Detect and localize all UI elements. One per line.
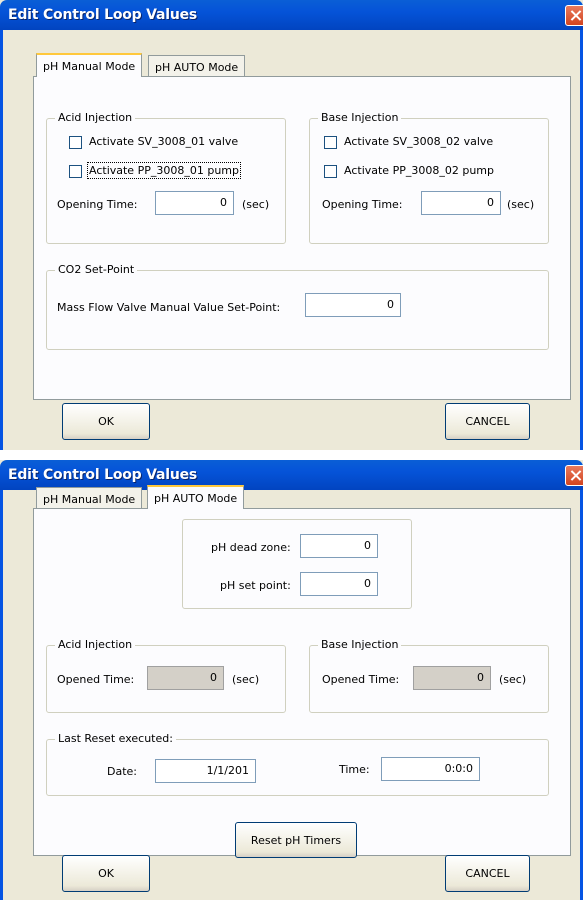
- cancel-button-label: CANCEL: [465, 415, 510, 428]
- base-injection-group: Base Injection Activate SV_3008_02 valve…: [309, 111, 549, 244]
- ok-button-label: OK: [98, 867, 114, 880]
- pump-checkbox[interactable]: [324, 165, 337, 178]
- pump-checkbox-label[interactable]: Activate PP_3008_02 pump: [344, 164, 494, 177]
- ph-dead-zone-label: pH dead zone:: [211, 541, 291, 554]
- cancel-button[interactable]: CANCEL: [445, 855, 530, 892]
- title-bar[interactable]: Edit Control Loop Values: [0, 460, 583, 490]
- ph-dead-zone-input[interactable]: 0: [300, 534, 378, 558]
- base-injection-group: Base Injection Opened Time: 0 (sec): [309, 638, 549, 713]
- date-input[interactable]: 1/1/201: [155, 759, 256, 783]
- dialog-body: pH Manual Mode pH AUTO Mode Acid Injecti…: [0, 30, 583, 450]
- dialog-manual-mode: Edit Control Loop Values pH Manual Mode …: [0, 0, 583, 450]
- valve-checkbox[interactable]: [69, 136, 82, 149]
- mass-flow-label: Mass Flow Valve Manual Value Set-Point:: [57, 301, 281, 314]
- unit-label: (sec): [499, 673, 527, 686]
- opened-time-label: Opened Time:: [57, 673, 135, 686]
- pump-checkbox[interactable]: [69, 165, 82, 178]
- last-reset-legend: Last Reset executed:: [55, 732, 176, 745]
- ph-settings-group: pH dead zone: 0 pH set point: 0: [182, 519, 412, 609]
- opened-time-field: 0: [413, 666, 491, 690]
- unit-label: (sec): [507, 198, 535, 211]
- opening-time-input[interactable]: 0: [421, 191, 501, 215]
- opening-time-input[interactable]: 0: [155, 191, 234, 215]
- tab-ph-auto-mode[interactable]: pH AUTO Mode: [148, 55, 246, 77]
- dialog-auto-mode: Edit Control Loop Values pH Manual Mode …: [0, 460, 583, 900]
- opening-time-label: Opening Time:: [322, 198, 403, 211]
- unit-label: (sec): [232, 673, 260, 686]
- close-icon[interactable]: [565, 5, 583, 26]
- cancel-button-label: CANCEL: [465, 867, 510, 880]
- ok-button[interactable]: OK: [62, 403, 150, 440]
- opening-time-label: Opening Time:: [57, 198, 138, 211]
- ok-button[interactable]: OK: [62, 855, 150, 892]
- valve-checkbox[interactable]: [324, 136, 337, 149]
- tab-panel: Acid Injection Activate SV_3008_01 valve…: [33, 76, 571, 400]
- time-input[interactable]: 0:0:0: [381, 757, 480, 781]
- cancel-button[interactable]: CANCEL: [445, 403, 530, 440]
- acid-injection-group: Acid Injection Activate SV_3008_01 valve…: [46, 111, 286, 244]
- tab-ph-manual-mode[interactable]: pH Manual Mode: [36, 53, 143, 77]
- dialog-title: Edit Control Loop Values: [8, 7, 198, 23]
- tab-label: pH AUTO Mode: [154, 492, 238, 505]
- acid-injection-legend: Acid Injection: [55, 638, 136, 651]
- dialog-body: pH Manual Mode pH AUTO Mode pH dead zone…: [0, 485, 583, 900]
- base-injection-legend: Base Injection: [318, 638, 402, 651]
- mass-flow-input[interactable]: 0: [305, 293, 401, 317]
- tab-ph-auto-mode[interactable]: pH AUTO Mode: [147, 485, 245, 509]
- dialog-title: Edit Control Loop Values: [8, 467, 198, 483]
- tab-label: pH Manual Mode: [43, 60, 136, 73]
- ok-button-label: OK: [98, 415, 114, 428]
- opened-time-label: Opened Time:: [322, 673, 400, 686]
- tab-ph-manual-mode[interactable]: pH Manual Mode: [36, 487, 143, 509]
- time-label: Time:: [339, 763, 370, 776]
- last-reset-group: Last Reset executed: Date: 1/1/201 Time:…: [46, 732, 549, 796]
- co2-setpoint-group: CO2 Set-Point Mass Flow Valve Manual Val…: [46, 263, 549, 350]
- opened-time-field: 0: [147, 666, 224, 690]
- valve-checkbox-label[interactable]: Activate SV_3008_01 valve: [89, 135, 238, 148]
- close-icon[interactable]: [565, 465, 583, 486]
- unit-label: (sec): [242, 198, 270, 211]
- reset-ph-timers-label: Reset pH Timers: [250, 834, 342, 847]
- tab-label: pH AUTO Mode: [155, 61, 239, 74]
- acid-injection-group: Acid Injection Opened Time: 0 (sec): [46, 638, 286, 713]
- tab-label: pH Manual Mode: [43, 493, 136, 506]
- pump-checkbox-label[interactable]: Activate PP_3008_01 pump: [87, 162, 241, 179]
- date-label: Date:: [107, 765, 137, 778]
- title-bar[interactable]: Edit Control Loop Values: [0, 0, 583, 30]
- acid-injection-legend: Acid Injection: [55, 111, 136, 124]
- tab-panel: pH dead zone: 0 pH set point: 0 Acid Inj…: [33, 508, 571, 858]
- ph-set-point-label: pH set point:: [220, 579, 291, 592]
- ph-set-point-input[interactable]: 0: [300, 572, 378, 596]
- base-injection-legend: Base Injection: [318, 111, 402, 124]
- co2-setpoint-legend: CO2 Set-Point: [55, 263, 138, 276]
- reset-ph-timers-button[interactable]: Reset pH Timers: [235, 822, 357, 858]
- valve-checkbox-label[interactable]: Activate SV_3008_02 valve: [344, 135, 493, 148]
